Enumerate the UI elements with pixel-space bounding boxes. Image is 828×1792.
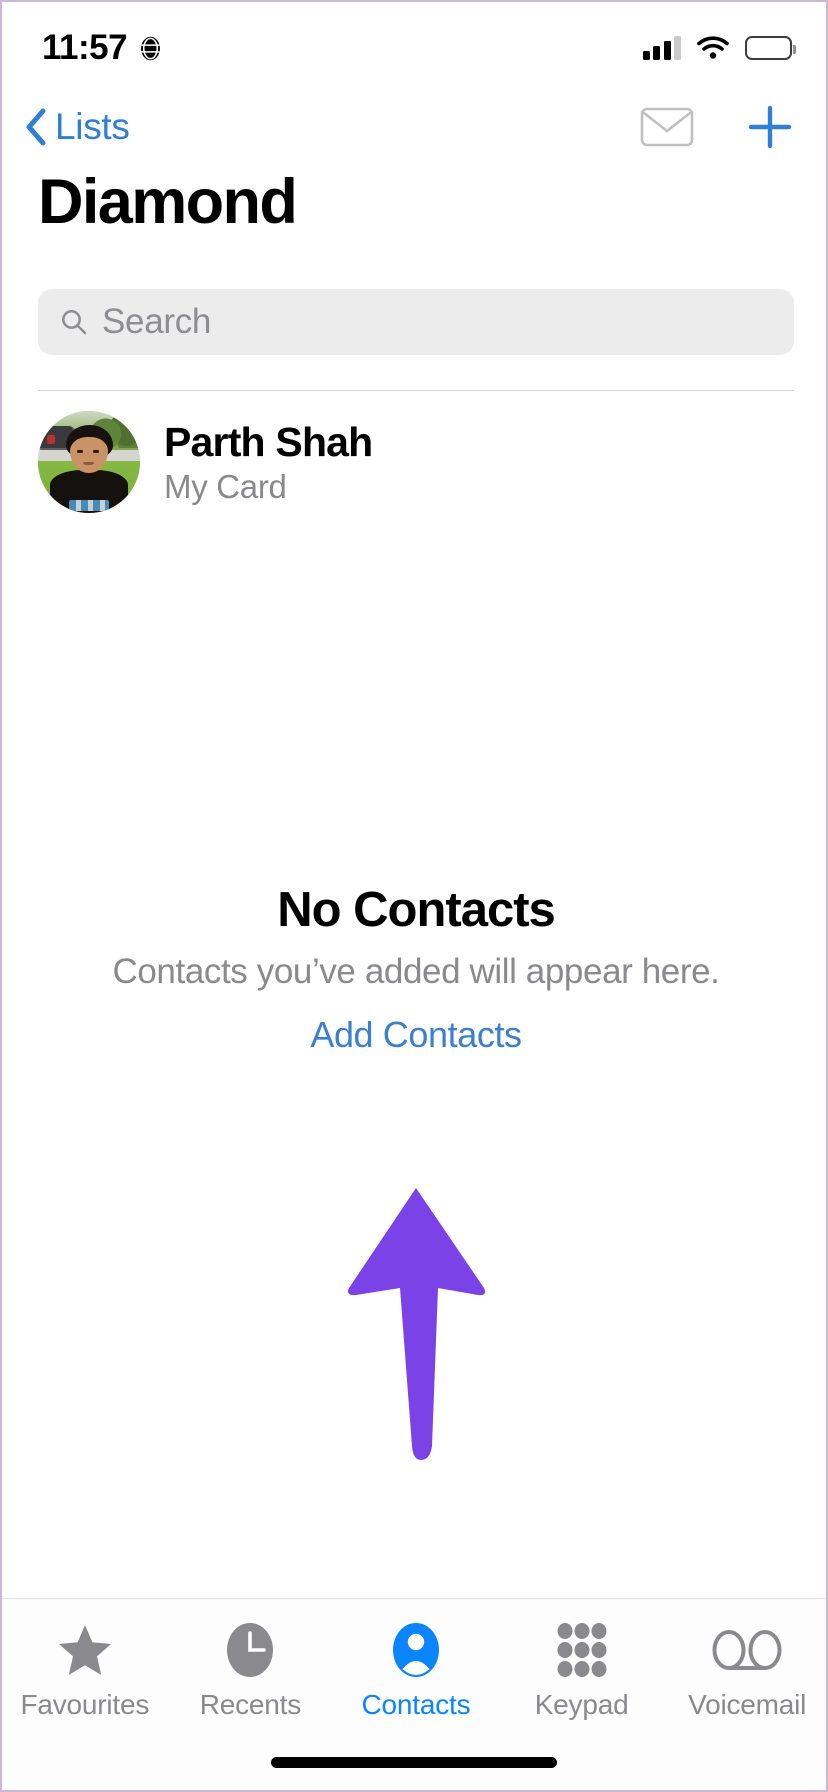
page-title: Diamond	[38, 167, 298, 237]
status-bar-clock: 11:57	[42, 28, 128, 67]
back-button-label: Lists	[55, 106, 130, 147]
status-bar-left: 11:57	[42, 28, 164, 68]
tab-contacts[interactable]: Contacts	[333, 1621, 499, 1721]
tab-favourites[interactable]: Favourites	[2, 1621, 168, 1721]
tab-label: Favourites	[20, 1689, 150, 1720]
person-circle-icon	[390, 1621, 442, 1679]
add-contacts-link[interactable]: Add Contacts	[310, 1014, 522, 1056]
star-icon	[57, 1621, 113, 1679]
up-arrow-annotation-icon	[316, 1184, 516, 1464]
search-icon	[60, 308, 88, 336]
tab-keypad[interactable]: Keypad	[499, 1621, 665, 1721]
navigation-bar: Lists	[2, 94, 826, 160]
search-bar: Search	[38, 289, 794, 355]
voicemail-icon	[712, 1621, 782, 1679]
empty-state-subtitle: Contacts you’ve added will appear here.	[112, 952, 720, 991]
home-indicator[interactable]	[271, 1757, 557, 1768]
plus-icon[interactable]	[746, 103, 794, 151]
search-input[interactable]: Search	[38, 289, 794, 355]
tab-recents[interactable]: Recents	[168, 1621, 334, 1721]
battery-icon	[745, 36, 796, 60]
avatar	[38, 411, 140, 513]
empty-state: No Contacts Contacts you’ve added will a…	[2, 882, 826, 1056]
contact-name: Parth Shah	[164, 418, 373, 465]
globe-icon	[137, 34, 164, 62]
list-divider	[38, 390, 794, 391]
status-bar: 11:57	[2, 2, 826, 80]
status-bar-right	[642, 36, 796, 60]
contact-subtitle: My Card	[164, 467, 287, 505]
list-item-my-card[interactable]: Parth Shah My Card	[38, 408, 794, 516]
tab-label: Contacts	[361, 1689, 471, 1720]
tab-label: Recents	[199, 1689, 302, 1720]
tab-voicemail[interactable]: Voicemail	[664, 1621, 826, 1721]
clock-icon	[224, 1621, 276, 1679]
chevron-left-icon	[24, 108, 46, 146]
contact-text: Parth Shah My Card	[164, 418, 373, 506]
cellular-signal-icon	[642, 36, 681, 60]
empty-state-title: No Contacts	[277, 883, 556, 937]
tab-label: Keypad	[534, 1689, 629, 1720]
keypad-grid-icon	[556, 1621, 608, 1679]
envelope-icon[interactable]	[640, 106, 694, 148]
back-button[interactable]: Lists	[24, 106, 130, 148]
tab-label: Voicemail	[688, 1689, 807, 1720]
navigation-actions	[640, 103, 794, 151]
phone-screen: 11:57 Lists Diamond Search Parth Shah My…	[0, 0, 828, 1792]
wifi-icon	[697, 36, 729, 60]
search-placeholder: Search	[102, 302, 212, 341]
